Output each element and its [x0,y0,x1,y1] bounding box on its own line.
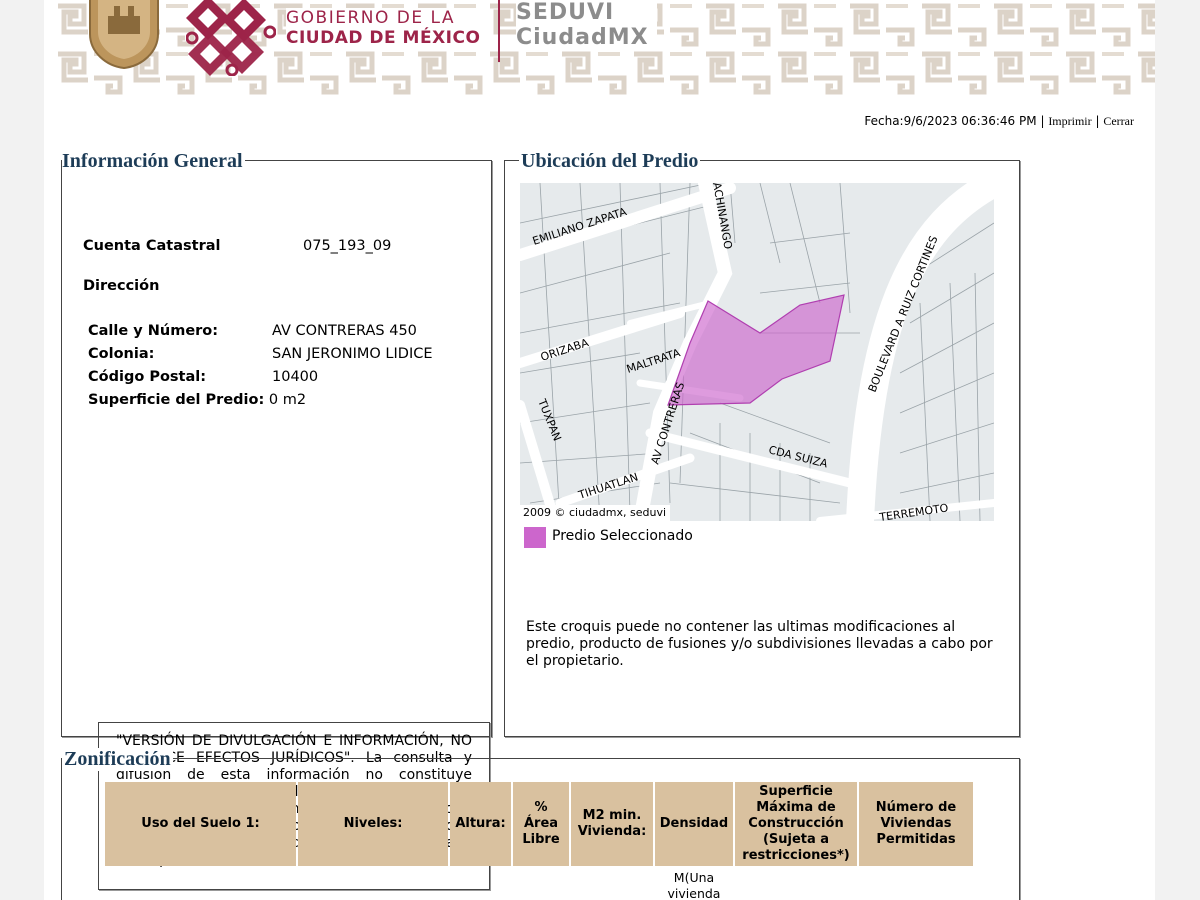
government-name: GOBIERNO DE LA CIUDAD DE MÉXICO [286,8,489,49]
gov-line-1: GOBIERNO DE LA [286,8,456,28]
column-header: Altura: [450,782,511,866]
cuenta-catastral-row: Cuenta Catastral [83,238,221,254]
zoning-legend: Zonificación [62,748,173,771]
column-header: Uso del Suelo 1: [105,782,296,866]
field-label: Código Postal: [88,369,206,385]
map-disclaimer: Este croquis puede no contener las ultim… [526,619,993,669]
location-legend: Ubicación del Predio [519,150,701,173]
general-info-panel: Información General Cuenta Catastral 075… [61,150,492,890]
codigo-postal-label: Código Postal: [88,369,207,385]
report-date: Fecha:9/6/2023 06:36:46 PM [864,114,1037,128]
superficie-value: 0 m2 [268,392,307,408]
colonia-value: SAN JERONIMO LIDICE [272,346,433,362]
agency-line-2: CiudadMX [516,25,649,51]
m2-min-cell [571,868,653,900]
column-header: % Área Libre [513,782,569,866]
agency-line-1: SEDUVI [516,0,615,25]
property-map[interactable]: EMILIANO ZAPATA ACHINANGO BOULEVARD A RU… [520,183,994,521]
codigo-postal-value: 10400 [272,369,319,385]
table-row: Habitacional Mixto M(Una vivienda [105,868,973,900]
viviendas-cell [859,868,973,900]
area-libre-cell [513,868,569,900]
field-label: Colonia: [88,346,154,362]
direccion-heading: Dirección [83,278,159,294]
superficie-label: Superficie del Predio: [88,392,265,408]
direccion-label: Dirección [83,278,160,294]
column-header: Número de Viviendas Permitidas [859,782,973,866]
close-link[interactable]: Cerrar [1103,114,1134,128]
calle-value: AV CONTRERAS 450 [272,323,417,339]
report-page: GOBIERNO DE LA CIUDAD DE MÉXICO SEDUVI C… [44,0,1155,900]
agency-name: SEDUVI CiudadMX [516,0,657,51]
report-toolbar: Fecha:9/6/2023 06:36:46 PM | Imprimir | … [864,114,1134,129]
toolbar-separator: | [1095,114,1100,128]
column-header: Densidad [655,782,733,866]
cdmx-shield-logo [89,0,159,70]
column-header: M2 min. Vivienda: [571,782,653,866]
densidad-cell: M(Una vivienda [667,870,721,900]
gov-line-2: CIUDAD DE MÉXICO [286,28,481,49]
cuenta-catastral-value: 075_193_09 [303,238,392,254]
map-graphic: EMILIANO ZAPATA ACHINANGO BOULEVARD A RU… [520,183,994,521]
column-header: Niveles: [298,782,448,866]
cuenta-catastral-label: Cuenta Catastral [83,238,221,254]
print-link[interactable]: Imprimir [1048,114,1091,128]
superficie-row: Superficie del Predio: 0 m2 [88,392,306,408]
uso-suelo-cell: Habitacional Mixto [105,868,296,900]
header-banner: GOBIERNO DE LA CIUDAD DE MÉXICO SEDUVI C… [54,0,1155,96]
general-info-legend: Información General [62,150,245,173]
colonia-label: Colonia: [88,346,155,362]
map-credit: 2009 © ciudadmx, seduvi [520,505,671,521]
field-label: Calle y Número: [88,323,218,339]
selected-parcel-label: Predio Seleccionado [552,528,693,544]
toolbar-separator: | [1040,114,1045,128]
niveles-cell [298,868,448,900]
altura-cell [450,868,511,900]
superficie-max-cell [735,868,857,900]
zoning-table: Uso del Suelo 1: Niveles: Altura: % Área… [103,780,975,900]
header-divider [498,0,500,62]
column-header: Superficie Máxima de Construcción (Sujet… [735,782,857,866]
cdmx-x-logo [186,0,276,76]
selected-parcel-swatch [524,527,546,548]
calle-label: Calle y Número: [88,323,219,339]
location-panel: Ubicación del Predio EMILIANO ZAPATA ACH… [504,150,1020,737]
